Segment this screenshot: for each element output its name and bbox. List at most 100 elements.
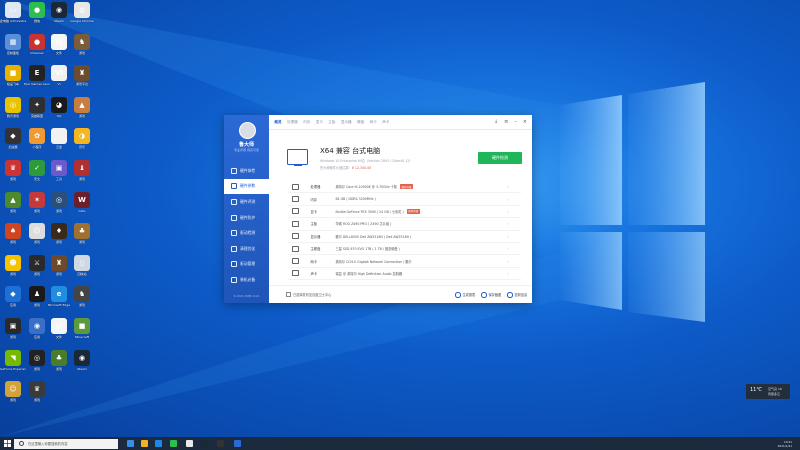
- app-icon: ✓: [29, 160, 45, 176]
- task-view-icon[interactable]: [127, 440, 134, 447]
- desktop-icon[interactable]: ♜ 游戏平台: [69, 65, 95, 95]
- upgrade-badge[interactable]: 推荐升级: [400, 184, 414, 189]
- report-icon: [455, 292, 461, 298]
- hardware-row[interactable]: 主硬盘 三星 SSD 970 EVO 1TB ( 1 TB / 固态硬盘 ) ›: [288, 243, 521, 256]
- desktop-icon[interactable]: ◆ 加速器: [0, 128, 26, 158]
- desktop-icon[interactable]: ▣ 游戏: [0, 318, 26, 348]
- avatar[interactable]: [239, 122, 256, 139]
- desktop-icon[interactable]: ☻ 游戏: [0, 254, 26, 285]
- upgrade-badge[interactable]: 推荐升级: [406, 209, 420, 214]
- hardware-value: 英特尔 Core i9-10900K @ 3.70GHz 十核: [335, 185, 398, 190]
- sidebar-item[interactable]: 硬件参数: [224, 178, 269, 195]
- hardware-row[interactable]: 声卡 瑞昱 @ 英特尔 High Definition Audio 控制器 ›: [288, 268, 521, 281]
- steam-taskbar-icon[interactable]: [201, 440, 208, 447]
- gpu-icon: [292, 208, 299, 215]
- chevron-right-icon: ›: [507, 233, 509, 239]
- chevron-right-icon: ›: [507, 208, 509, 214]
- desktop-icon[interactable]: ■ Minecraft: [69, 318, 95, 348]
- menu-icon[interactable]: ≡: [504, 119, 508, 125]
- publish-checkbox[interactable]: 已选择发布至百度卫士中心: [286, 292, 331, 297]
- network-icon: [292, 258, 299, 265]
- sidebar-item[interactable]: 硬件防护: [224, 210, 269, 226]
- desktop-icon[interactable]: ◑ 音乐: [69, 128, 95, 158]
- edge-icon[interactable]: [155, 440, 162, 447]
- cloud-icon: ◌: [51, 128, 67, 145]
- version-label: 6.1021.3085.1121: [233, 294, 260, 298]
- desktop-icon[interactable]: ♞ 游戏: [69, 286, 95, 316]
- sidebar-item[interactable]: 驱动检测: [224, 225, 269, 241]
- desktop-icon[interactable]: ◉ Steam: [69, 349, 95, 380]
- desktop-icon-label: 极品飞车: [6, 82, 19, 87]
- desktop-icon[interactable]: ♝ 游戏: [69, 160, 95, 190]
- hardware-row[interactable]: 网卡 英特尔 I219-V Gigabit Network Connection …: [288, 255, 521, 268]
- desktop-icon[interactable]: ◆ 应用: [0, 286, 26, 316]
- tab[interactable]: 处理器: [287, 120, 298, 125]
- game-icon: ♜: [74, 65, 90, 82]
- ludashi-taskbar-icon[interactable]: [234, 440, 241, 447]
- tab[interactable]: 显卡: [316, 120, 323, 125]
- hardware-value: 三星 SSD 970 EVO 1TB ( 1 TB / 固态硬盘 ): [335, 247, 400, 252]
- desktop-icon[interactable]: ▲ 游戏: [69, 96, 95, 127]
- desktop-icon[interactable]: ◥GeForce Experience: [0, 349, 26, 380]
- tab[interactable]: 硬盘: [357, 120, 364, 125]
- desktop-icon[interactable]: ■ 极品飞车: [0, 65, 26, 95]
- generate-report-button[interactable]: 生成报表: [455, 292, 475, 298]
- desktop-icon[interactable]: ▭此电脑 Administrator: [0, 2, 26, 32]
- hardware-label: 网卡: [310, 259, 318, 264]
- tab[interactable]: 主板: [328, 120, 335, 125]
- pc-value-amount: ¥ 12,345.00: [351, 166, 372, 170]
- desktop-icon[interactable]: ▲ 游戏: [0, 191, 26, 222]
- desktop-icon[interactable]: ♠ 游戏: [0, 223, 26, 253]
- desktop-icon[interactable]: ▯ 回收站: [69, 254, 95, 285]
- tab[interactable]: 声卡: [382, 120, 389, 125]
- desktop-icon-label: 游戏: [9, 208, 16, 213]
- weather-widget[interactable]: 11℃ 空气良 18 局部多云: [746, 384, 790, 399]
- file-explorer-icon[interactable]: [141, 440, 148, 447]
- sidebar-item[interactable]: 硬件体检: [224, 163, 269, 179]
- wechat-taskbar-icon[interactable]: [170, 440, 177, 447]
- hardware-row[interactable]: 显示器 戴尔 DELL6000 Dell AW2518H ( Dell AW251…: [288, 231, 521, 243]
- desktop-icon[interactable]: ◎ 腾讯游戏: [0, 96, 26, 127]
- sidebar-item[interactable]: 驱动管理: [224, 257, 269, 273]
- sidebar-item[interactable]: 装机必备: [224, 272, 269, 288]
- chrome-taskbar-icon[interactable]: [186, 440, 193, 447]
- sidebar-item[interactable]: 清理优化: [224, 241, 269, 257]
- desktop-icon[interactable]: ☺ 游戏: [0, 381, 26, 411]
- desktop-icon[interactable]: ♛ 游戏: [24, 381, 50, 411]
- desktop-icon[interactable]: ♣ 游戏: [69, 223, 95, 253]
- app-icon: ▣: [51, 160, 67, 176]
- hardware-row[interactable]: 处理器 英特尔 Core i9-10900K @ 3.70GHz 十核 推荐升级 ›: [288, 181, 521, 194]
- hardware-detect-button[interactable]: 硬件检测: [478, 152, 522, 164]
- system-clock[interactable]: 10:21 2021/1/21: [778, 440, 792, 448]
- tab[interactable]: 显示器: [341, 120, 352, 125]
- tab[interactable]: 内存: [303, 120, 310, 125]
- tab[interactable]: 网卡: [370, 120, 377, 125]
- desktop-icon[interactable]: ♞ 游戏: [69, 33, 95, 64]
- desktop-icon-label: 游戏: [78, 240, 85, 245]
- desktop-icon[interactable]: ♛ 游戏: [0, 160, 26, 190]
- minimize-icon[interactable]: –: [514, 119, 517, 125]
- desktop-icon[interactable]: ▦ 控制面板: [0, 33, 26, 64]
- desktop-icon[interactable]: ◍ Google Chrome: [69, 2, 95, 32]
- close-icon[interactable]: ×: [523, 119, 527, 125]
- game-icon: ♞: [74, 286, 90, 303]
- weather-desc: 局部多云: [768, 392, 781, 396]
- taskbar-search-box[interactable]: 在这里输入你要搜索的内容: [14, 438, 118, 449]
- sidebar-item-label: 清理优化: [240, 245, 256, 251]
- windows-start-icon[interactable]: [4, 440, 11, 447]
- gauge-icon: [231, 198, 237, 205]
- download-icon[interactable]: ↓: [494, 119, 498, 125]
- memory-icon: [292, 196, 299, 203]
- desktop-icon[interactable]: W GOG: [69, 191, 95, 222]
- app-icon: ◆: [5, 128, 21, 145]
- app-taskbar-icon[interactable]: [217, 440, 224, 447]
- tab[interactable]: 概览: [274, 120, 281, 125]
- hardware-row[interactable]: 主板 华硕 ROG Z490 PRO ( Z490 芯片组 ) ›: [288, 218, 521, 231]
- game-icon: ☺: [5, 381, 21, 398]
- sidebar-item[interactable]: 硬件评测: [224, 194, 269, 210]
- save-screenshot-button[interactable]: 保存截图: [481, 292, 501, 298]
- desktop-icon-label: 游戏平台: [75, 82, 88, 87]
- hardware-row[interactable]: 显卡 Nvidia GeForce RTX 3090 ( 24 GB / 七彩虹 …: [288, 206, 521, 219]
- hardware-row[interactable]: 内存 64 GB ( DDR4 3200MHz ) ›: [288, 193, 521, 206]
- copy-info-button[interactable]: 复制信息: [507, 292, 527, 298]
